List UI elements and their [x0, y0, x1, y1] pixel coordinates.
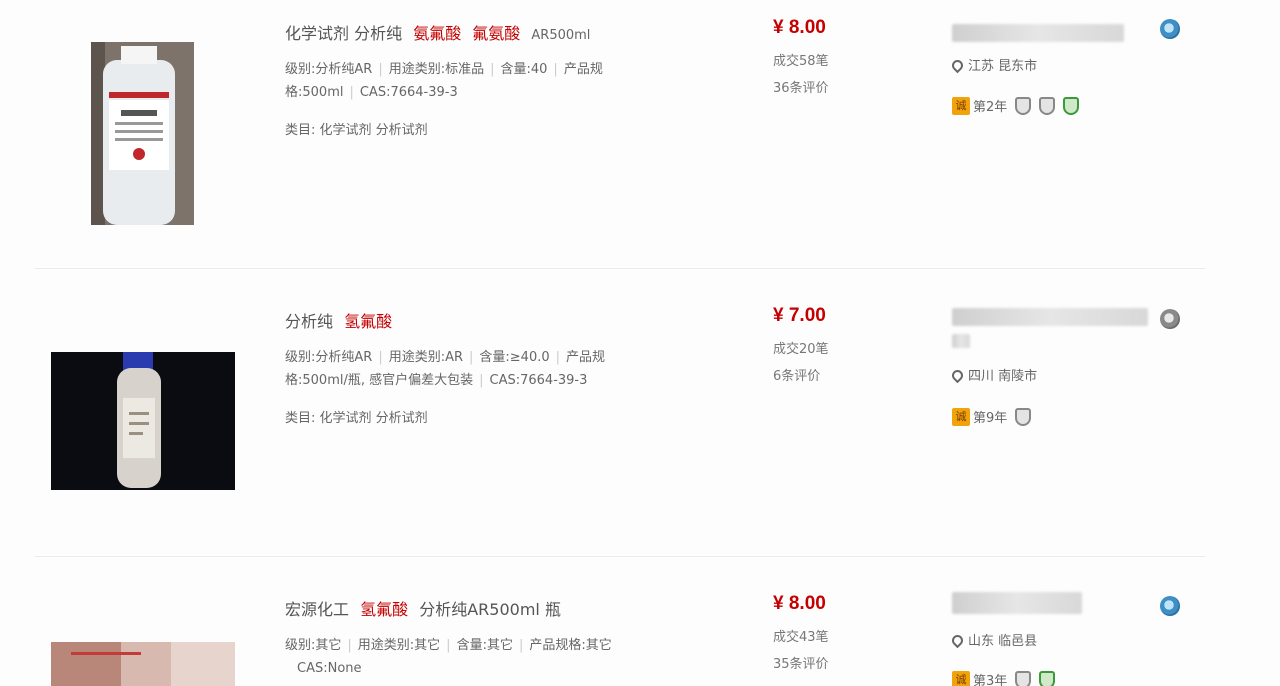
sales-count: 成交43笔 — [773, 630, 829, 645]
shield-icon[interactable] — [1015, 670, 1032, 686]
product-category: 类目: 化学试剂 分析试剂 — [285, 123, 428, 138]
attr-spec-cont: 格:500ml/瓶, 感官户偏差大包装 — [285, 373, 474, 388]
attr-usage: 用途类别:AR — [388, 350, 464, 365]
shop-location: 江苏 昆东市 — [949, 55, 1038, 74]
seller-years: 第2年 — [973, 100, 1008, 115]
sales-count: 成交20笔 — [773, 342, 829, 357]
product-price: ¥ 8.00 — [773, 593, 826, 614]
product-title[interactable]: 宏源化工 氢氟酸 分析纯AR500ml 瓶 — [285, 596, 561, 620]
product-attributes: 级别:分析纯AR | 用途类别:AR | 含量:≥40.0 | 产品规 格:500ml/瓶,… — [285, 350, 606, 388]
attr-usage: 用途类别:其它 — [357, 638, 441, 653]
product-image[interactable] — [91, 42, 194, 225]
row-divider — [35, 556, 1205, 557]
shop-location: 山东 临邑县 — [949, 630, 1038, 649]
shop-name-extra — [952, 334, 970, 348]
attr-content: 含量:40 — [500, 62, 548, 77]
chengxin-badge-icon[interactable]: 诚 — [952, 670, 970, 686]
shield-icon[interactable] — [1015, 96, 1032, 115]
product-attributes: 级别:其它 | 用途类别:其它 | 含量:其它 | 产品规格:其它 CAS:None — [285, 638, 612, 676]
wangwang-icon[interactable] — [1160, 19, 1180, 39]
attr-cas: CAS:None — [297, 661, 362, 676]
shop-location: 四川 南陵市 — [949, 365, 1038, 384]
wangwang-icon[interactable] — [1160, 596, 1180, 616]
product-image[interactable] — [51, 642, 235, 686]
title-text[interactable]: 化学试剂 分析纯 — [285, 24, 402, 43]
list-item[interactable]: 化学试剂 分析纯 氨氟酸 氟氨酸 AR500ml 级别:分析纯AR | 用途类别:标… — [0, 0, 1280, 288]
shield-icon[interactable] — [1039, 96, 1056, 115]
attr-cas: CAS:7664-39-3 — [359, 85, 458, 100]
row-divider — [35, 268, 1205, 269]
review-count[interactable]: 6条评价 — [773, 365, 820, 384]
shop-name[interactable] — [952, 592, 1082, 614]
attr-spec: 产品规格:其它 — [529, 638, 612, 653]
sales-count: 成交58笔 — [773, 54, 829, 69]
attr-grade: 级别:分析纯AR — [285, 350, 373, 365]
location-text: 江苏 昆东市 — [968, 59, 1038, 74]
seller-badges: 诚 第2年 — [952, 96, 1080, 115]
attr-spec-cont: 格:500ml — [285, 85, 344, 100]
attr-grade: 级别:其它 — [285, 638, 342, 653]
attr-content: 含量:≥40.0 — [479, 350, 550, 365]
attr-grade: 级别:分析纯AR — [285, 62, 373, 77]
shield-green-icon[interactable] — [1063, 96, 1080, 115]
attr-usage: 用途类别:标准品 — [388, 62, 485, 77]
title-text[interactable]: 分析纯 — [285, 312, 333, 331]
seller-badges: 诚 第9年 — [952, 407, 1032, 426]
attr-spec: 产品规 — [563, 62, 603, 77]
shop-name[interactable] — [952, 308, 1148, 326]
title-keyword[interactable]: 氢氟酸 — [360, 600, 408, 619]
product-attributes: 级别:分析纯AR | 用途类别:标准品 | 含量:40 | 产品规 格:500ml | CAS:… — [285, 62, 603, 100]
chengxin-badge-icon[interactable]: 诚 — [952, 407, 970, 426]
location-pin-icon — [949, 632, 966, 649]
wangwang-icon[interactable] — [1160, 309, 1180, 329]
list-item[interactable]: 分析纯 氢氟酸 级别:分析纯AR | 用途类别:AR | 含量:≥40.0 | 产品规 格:… — [0, 288, 1280, 576]
seller-badges: 诚 第3年 — [952, 670, 1056, 686]
search-result-list: 化学试剂 分析纯 氨氟酸 氟氨酸 AR500ml 级别:分析纯AR | 用途类别:标… — [0, 0, 1280, 686]
product-category: 类目: 化学试剂 分析试剂 — [285, 411, 428, 426]
title-text[interactable]: 宏源化工 — [285, 600, 349, 619]
chengxin-badge-icon[interactable]: 诚 — [952, 96, 970, 115]
shop-name[interactable] — [952, 24, 1124, 42]
location-text: 四川 南陵市 — [968, 369, 1038, 384]
seller-years: 第3年 — [973, 674, 1008, 686]
product-title[interactable]: 化学试剂 分析纯 氨氟酸 氟氨酸 AR500ml — [285, 20, 590, 44]
location-pin-icon — [949, 57, 966, 74]
location-pin-icon — [949, 367, 966, 384]
list-item[interactable]: 宏源化工 氢氟酸 分析纯AR500ml 瓶 级别:其它 | 用途类别:其它 | 含量:其… — [0, 576, 1280, 686]
review-count[interactable]: 35条评价 — [773, 653, 829, 672]
attr-cas: CAS:7664-39-3 — [489, 373, 588, 388]
title-keyword[interactable]: 氨氟酸 — [413, 24, 461, 43]
title-tail[interactable]: 分析纯AR500ml 瓶 — [419, 600, 561, 619]
product-price: ¥ 7.00 — [773, 305, 826, 326]
seller-years: 第9年 — [973, 411, 1008, 426]
title-keyword[interactable]: 氟氨酸 — [472, 24, 520, 43]
attr-content: 含量:其它 — [456, 638, 513, 653]
attr-spec: 产品规 — [566, 350, 606, 365]
location-text: 山东 临邑县 — [968, 634, 1038, 649]
review-count[interactable]: 36条评价 — [773, 77, 829, 96]
product-image[interactable] — [51, 352, 235, 490]
title-tail[interactable]: AR500ml — [531, 28, 590, 43]
shield-green-icon[interactable] — [1039, 670, 1056, 686]
shield-icon[interactable] — [1015, 407, 1032, 426]
product-price: ¥ 8.00 — [773, 17, 826, 38]
product-title[interactable]: 分析纯 氢氟酸 — [285, 308, 392, 332]
title-keyword[interactable]: 氢氟酸 — [344, 312, 392, 331]
